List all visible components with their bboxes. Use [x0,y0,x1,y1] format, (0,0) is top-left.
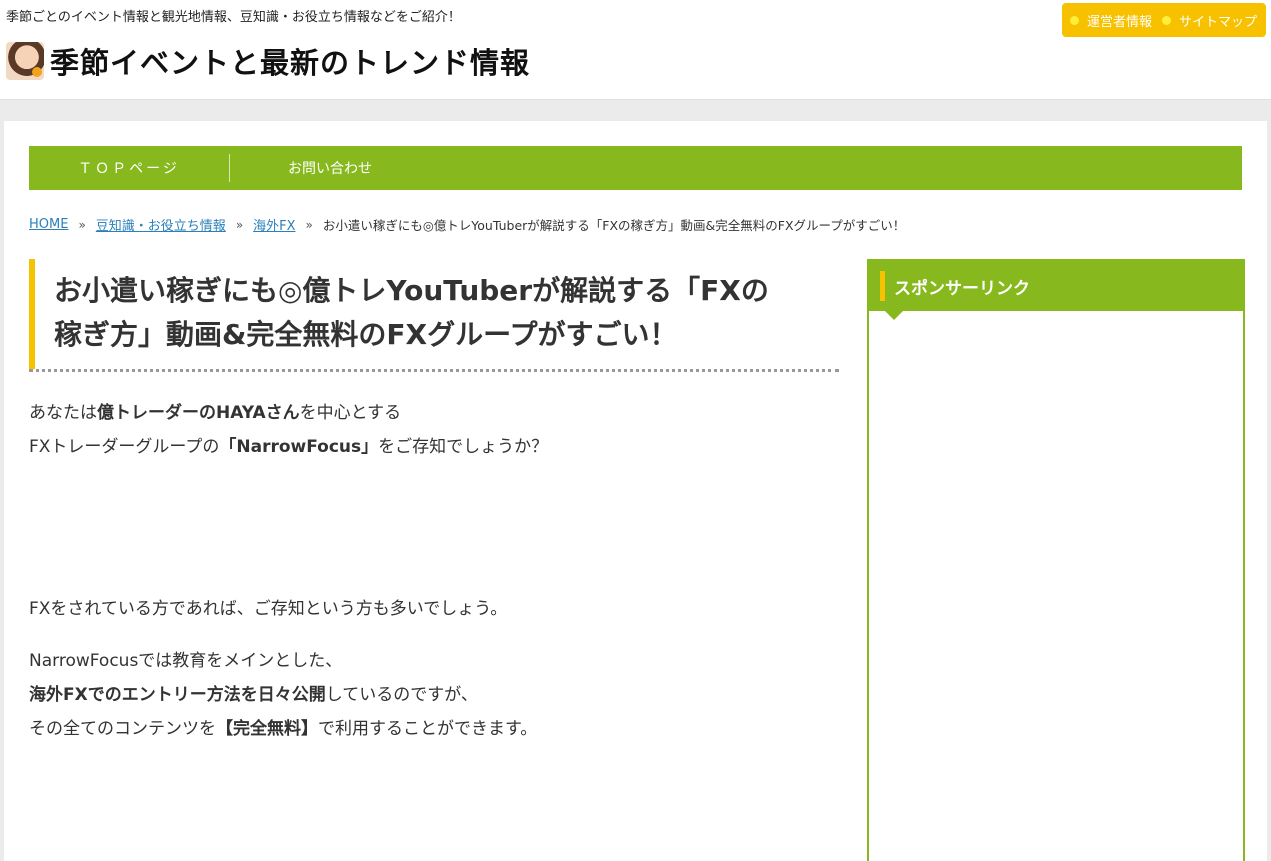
emphasis-text: 【完全無料】 [216,719,318,739]
article: お小遣い稼ぎにも◎億トレYouTuberが解説する「FXの 稼ぎ方」動画&完全無… [29,259,839,746]
page-title-line: お小遣い稼ぎにも◎億トレYouTuberが解説する「FXの [54,274,769,307]
text: しているのですが、 [325,685,478,705]
page-title-line: 稼ぎ方」動画&完全無料のFXグループがすごい！ [54,318,678,351]
header-link-label: 運営者情報 [1086,14,1152,30]
main-container: ＴＯＰページ お問い合わせ HOME » 豆知識・お役立ち情報 » 海外FX »… [4,121,1267,861]
article-paragraph: NarrowFocusでは教育をメインとした、 海外FXでのエントリー方法を日々… [29,644,839,746]
site-tagline: 季節ごとのイベント情報と観光地情報、豆知識・お役立ち情報などをご紹介！ [6,10,461,25]
emphasis-text: 「NarrowFocus」 [219,437,379,457]
text: FXトレーダーグループの [29,437,220,457]
avatar [6,42,44,80]
header-link-label: サイトマップ [1178,14,1257,30]
breadcrumb-separator: » [78,217,86,232]
breadcrumb-category[interactable]: 豆知識・お役立ち情報 [96,215,226,234]
text: をご存知でしょうか？ [378,437,549,457]
title-divider [29,369,839,372]
breadcrumb-separator: » [235,217,244,232]
bullet-dot-icon [1161,15,1171,25]
text: で利用することができます。 [318,719,538,739]
article-paragraph: あなたは億トレーダーのHAYAさんを中心とする FXトレーダーグループの「Nar… [29,396,839,464]
sidebar-sponsor: スポンサーリンク [867,259,1245,861]
site-title[interactable]: 季節イベントと最新のトレンド情報 [50,40,530,82]
sidebar-title: スポンサーリンク [894,278,1030,299]
breadcrumb-subcategory[interactable]: 海外FX [253,215,295,234]
emphasis-text: 億トレーダーのHAYAさん [97,403,300,423]
emphasis-text: 海外FXでのエントリー方法を日々公開 [29,685,326,705]
site-header: 季節ごとのイベント情報と観光地情報、豆知識・お役立ち情報などをご紹介！ 季節イベ… [0,0,1271,100]
page-title: お小遣い稼ぎにも◎億トレYouTuberが解説する「FXの 稼ぎ方」動画&完全無… [54,269,829,357]
breadcrumb-home[interactable]: HOME [29,217,68,232]
sidebar-notch-icon [885,311,903,320]
nav-item-top[interactable]: ＴＯＰページ [29,146,229,190]
breadcrumb-current: お小遣い稼ぎにも◎億トレYouTuberが解説する「FXの稼ぎ方」動画&完全無料… [322,218,906,233]
header-link-sitemap[interactable]: サイトマップ [1161,11,1257,30]
header-links: 運営者情報 サイトマップ [1061,3,1266,37]
article-title-block: お小遣い稼ぎにも◎億トレYouTuberが解説する「FXの 稼ぎ方」動画&完全無… [29,259,839,369]
text: NarrowFocusでは教育をメインとした、 [29,651,343,671]
breadcrumb-separator: » [305,217,313,232]
text: FXをされている方であれば、ご存知という方も多いでしょう。 [29,599,508,619]
text: あなたは [29,403,97,423]
header-link-operator[interactable]: 運営者情報 [1069,11,1152,30]
bullet-dot-icon [1069,15,1079,25]
sidebar-header: スポンサーリンク [869,261,1243,320]
sidebar-accent-bar [880,271,885,301]
text: を中心とする [299,403,402,423]
site-logo[interactable]: 季節イベントと最新のトレンド情報 [6,40,530,82]
article-paragraph: FXをされている方であれば、ご存知という方も多いでしょう。 [29,592,839,626]
global-nav: ＴＯＰページ お問い合わせ [29,146,1242,190]
nav-item-contact[interactable]: お問い合わせ [230,146,430,190]
breadcrumb: HOME » 豆知識・お役立ち情報 » 海外FX » お小遣い稼ぎにも◎億トレY… [29,215,905,234]
text: その全てのコンテンツを [29,719,216,739]
